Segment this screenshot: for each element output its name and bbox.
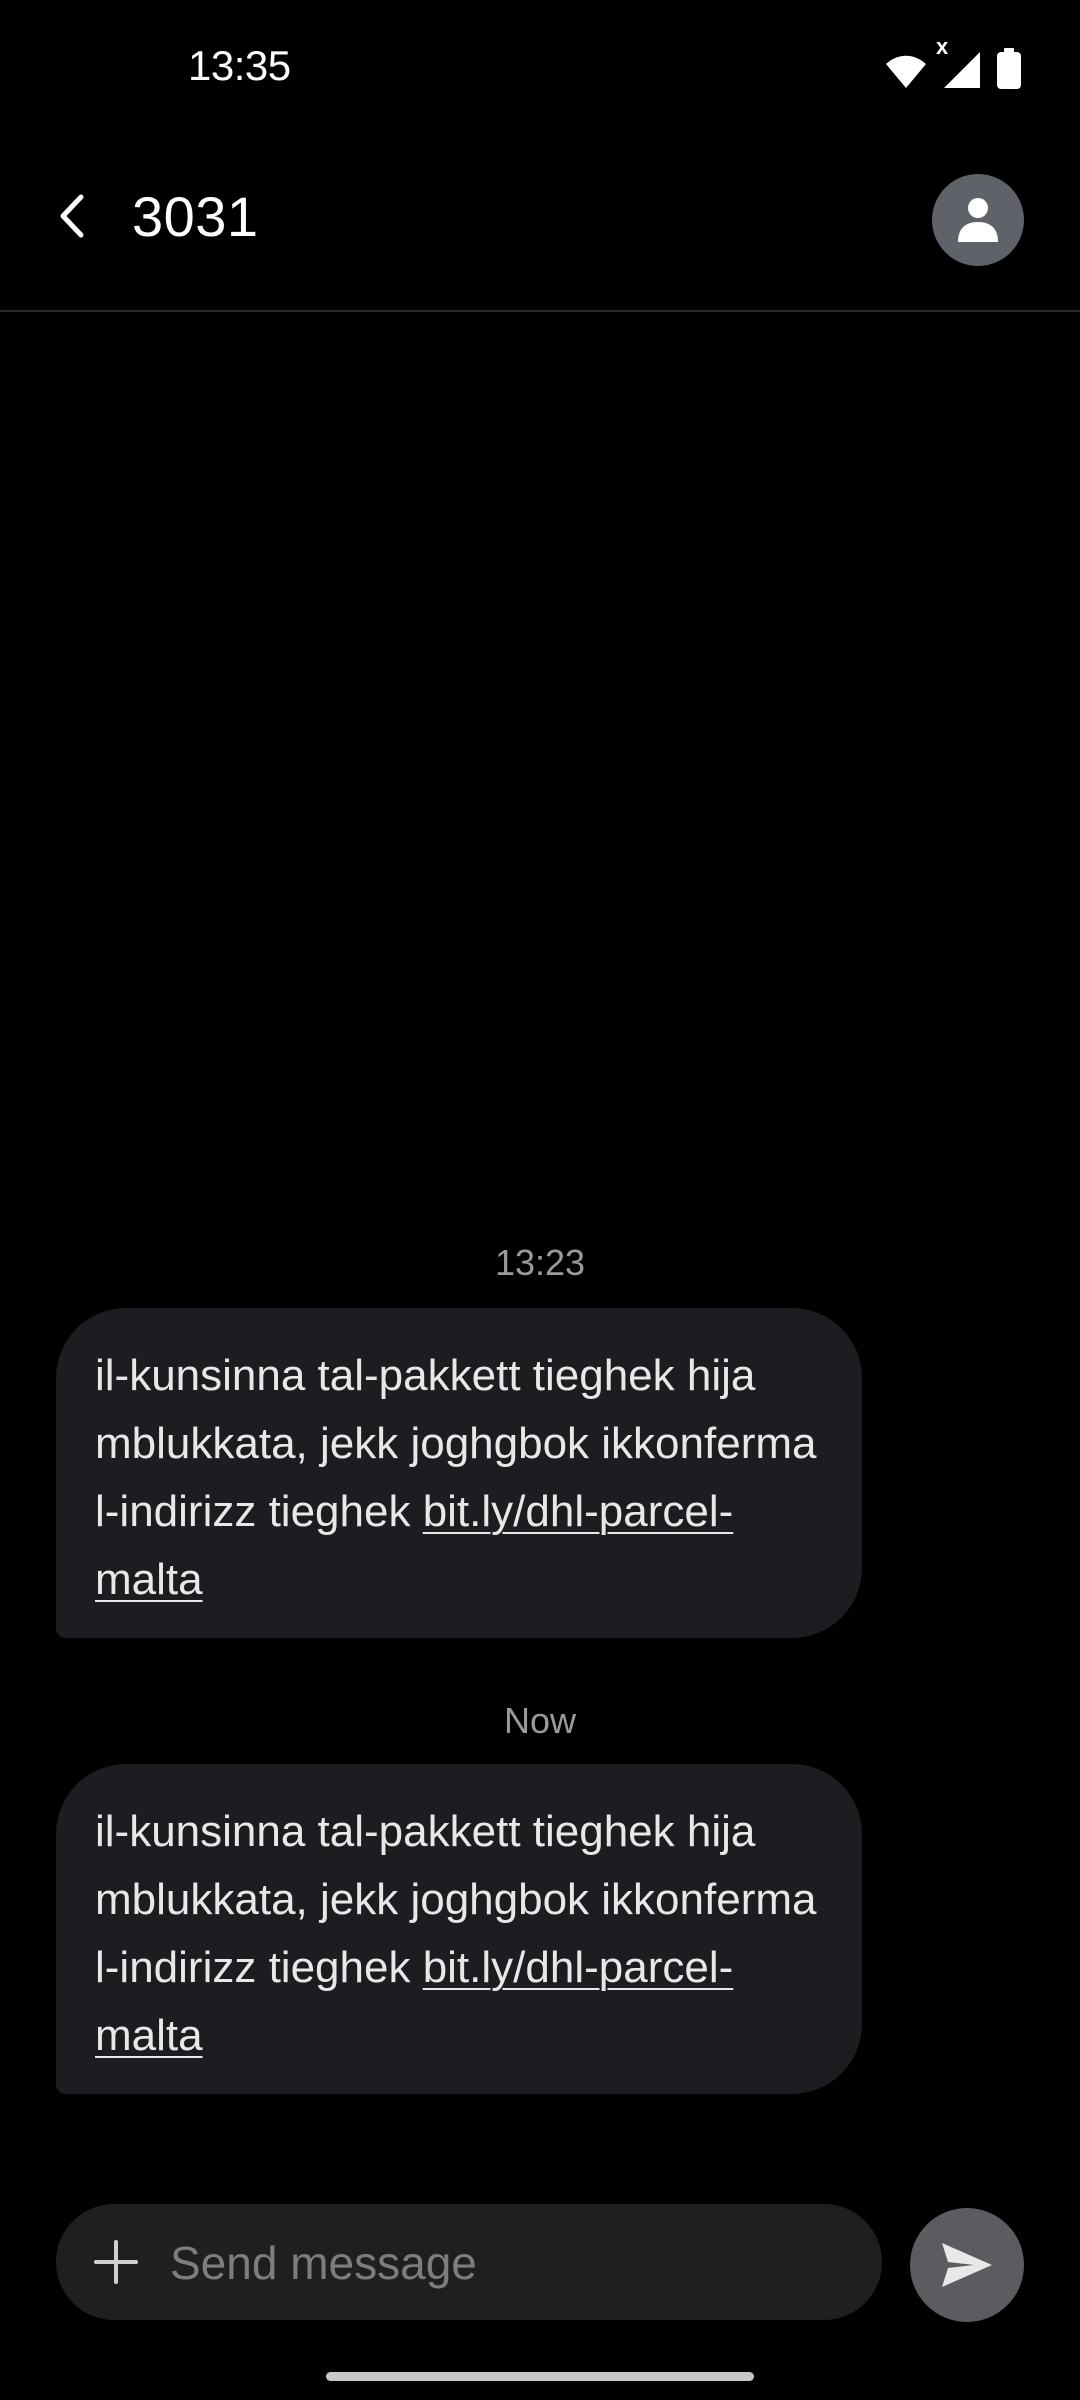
wifi-icon bbox=[884, 54, 928, 90]
message-timestamp: 13:23 bbox=[494, 1242, 586, 1283]
message-input[interactable] bbox=[168, 2222, 862, 2304]
message-bubble[interactable]: il-kunsinna tal-pakkett tieghek hija mbl… bbox=[56, 1764, 862, 2094]
signal-icon: x bbox=[936, 34, 982, 90]
battery-icon bbox=[996, 48, 1022, 90]
app-bar: 3031 bbox=[0, 140, 1080, 312]
back-button[interactable] bbox=[40, 184, 104, 248]
status-time: 13:35 bbox=[188, 42, 291, 89]
send-button[interactable] bbox=[910, 2208, 1024, 2322]
attach-button[interactable] bbox=[86, 2232, 146, 2292]
home-indicator[interactable] bbox=[326, 2372, 754, 2381]
signal-marker: x bbox=[936, 34, 949, 59]
status-bar: 13:35 x bbox=[0, 0, 1080, 140]
status-icons: x bbox=[884, 34, 1022, 90]
plus-icon bbox=[94, 2240, 138, 2284]
send-icon bbox=[942, 2243, 992, 2287]
conversation-list[interactable]: 13:23 il-kunsinna tal-pakkett tieghek hi… bbox=[0, 312, 1080, 2178]
message-timestamp: Now bbox=[503, 1700, 577, 1741]
contact-avatar-button[interactable] bbox=[932, 174, 1024, 266]
chevron-left-icon bbox=[60, 194, 84, 238]
person-icon bbox=[958, 198, 998, 242]
message-bubble[interactable]: il-kunsinna tal-pakkett tieghek hija mbl… bbox=[56, 1308, 862, 1638]
message-composer bbox=[56, 2204, 882, 2320]
conversation-title: 3031 bbox=[132, 185, 259, 248]
